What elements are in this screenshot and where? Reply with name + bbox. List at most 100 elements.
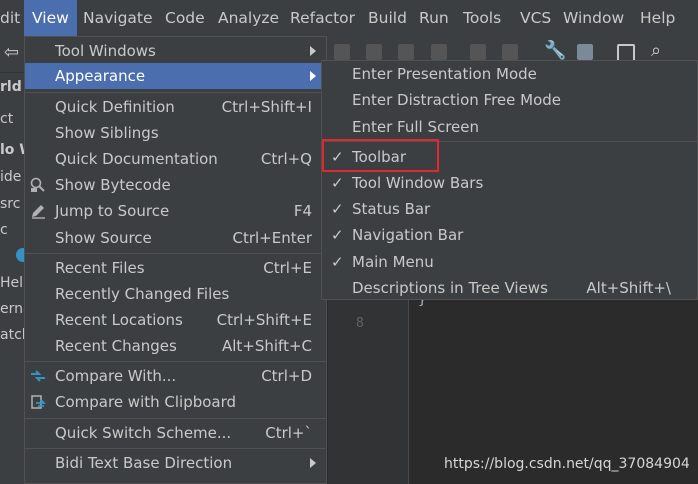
menu-item-show-siblings[interactable]: Show Siblings bbox=[25, 120, 326, 146]
menu-item-label: Compare with Clipboard bbox=[55, 393, 237, 411]
submenu-item-main-menu[interactable]: ✓ Main Menu bbox=[322, 249, 697, 275]
project-structure-icon[interactable] bbox=[577, 44, 593, 60]
search-icon[interactable]: ⌕ bbox=[651, 40, 661, 61]
submenu-arrow-icon bbox=[310, 458, 316, 468]
menu-build[interactable]: Build bbox=[368, 0, 407, 36]
appearance-submenu: Enter Presentation Mode Enter Distractio… bbox=[321, 60, 698, 300]
menu-item-shortcut: Ctrl+Shift+I bbox=[221, 98, 312, 116]
submenu-item-label: Enter Full Screen bbox=[352, 118, 480, 136]
tree-node-fragment[interactable]: c bbox=[0, 222, 8, 238]
clipboard-compare-icon bbox=[30, 394, 47, 410]
menu-item-compare-with[interactable]: Compare With... Ctrl+D bbox=[25, 363, 326, 389]
submenu-item-status-bar[interactable]: ✓ Status Bar bbox=[322, 196, 697, 222]
menu-separator bbox=[25, 361, 326, 362]
project-selector-fragment[interactable]: ct bbox=[0, 111, 13, 127]
submenu-item-tool-window-bars[interactable]: ✓ Tool Window Bars bbox=[322, 170, 697, 196]
menu-item-appearance[interactable]: Appearance bbox=[25, 63, 326, 89]
submenu-item-shortcut: Alt+Shift+\ bbox=[586, 279, 671, 297]
submenu-item-label: Enter Presentation Mode bbox=[352, 65, 537, 83]
menu-item-tool-windows[interactable]: Tool Windows bbox=[25, 38, 326, 64]
submenu-item-label: Enter Distraction Free Mode bbox=[352, 91, 562, 109]
menu-view[interactable]: View bbox=[24, 0, 77, 36]
wrench-icon[interactable]: 🔧 bbox=[544, 40, 566, 61]
menu-item-shortcut: Ctrl+Shift+E bbox=[216, 311, 312, 329]
submenu-item-distraction-free-mode[interactable]: Enter Distraction Free Mode bbox=[322, 87, 697, 113]
menu-item-quick-documentation[interactable]: Quick Documentation Ctrl+Q bbox=[25, 146, 326, 172]
menu-separator bbox=[25, 92, 326, 93]
menu-item-quick-switch-scheme[interactable]: Quick Switch Scheme... Ctrl+` bbox=[25, 420, 326, 446]
menu-window[interactable]: Window bbox=[563, 0, 624, 36]
menu-refactor[interactable]: Refactor bbox=[290, 0, 355, 36]
menu-item-shortcut: Ctrl+D bbox=[261, 367, 312, 385]
watermark: https://blog.csdn.net/qq_37084904 bbox=[444, 456, 690, 472]
menu-separator bbox=[25, 253, 326, 254]
menu-edit[interactable]: dit bbox=[0, 0, 20, 36]
coverage-icon[interactable] bbox=[366, 44, 382, 60]
menu-item-label: Recent Locations bbox=[55, 311, 183, 329]
menu-item-quick-definition[interactable]: Quick Definition Ctrl+Shift+I bbox=[25, 94, 326, 120]
menu-item-label: Appearance bbox=[55, 67, 146, 85]
menu-item-recent-files[interactable]: Recent Files Ctrl+E bbox=[25, 255, 326, 281]
back-arrow-icon[interactable]: ⇦ bbox=[4, 42, 19, 63]
tree-node-fragment[interactable]: ide bbox=[0, 169, 21, 185]
menu-item-label: Tool Windows bbox=[55, 42, 156, 60]
menu-tools[interactable]: Tools bbox=[463, 0, 501, 36]
check-icon: ✓ bbox=[331, 253, 344, 271]
bytecode-icon bbox=[30, 177, 46, 193]
submenu-item-label: Status Bar bbox=[352, 200, 431, 218]
menu-item-label: Recent Changes bbox=[55, 337, 177, 355]
check-icon: ✓ bbox=[331, 174, 344, 192]
submenu-item-label: Descriptions in Tree Views bbox=[352, 279, 548, 297]
line-number: 8 bbox=[356, 316, 364, 331]
menu-item-compare-with-clipboard[interactable]: Compare with Clipboard bbox=[25, 389, 326, 415]
submenu-arrow-icon bbox=[310, 71, 316, 81]
annotation-highlight-box bbox=[322, 139, 439, 172]
menu-run[interactable]: Run bbox=[419, 0, 449, 36]
module-icon[interactable] bbox=[502, 44, 518, 60]
tree-node-hello[interactable]: Hell bbox=[0, 275, 27, 291]
submenu-item-label: Navigation Bar bbox=[352, 226, 464, 244]
menu-item-bidi-text-base-direction[interactable]: Bidi Text Base Direction bbox=[25, 450, 326, 476]
view-menu: Tool Windows Appearance Quick Definition… bbox=[24, 36, 327, 484]
check-icon: ✓ bbox=[331, 226, 344, 244]
build-icon[interactable] bbox=[470, 44, 486, 60]
menu-item-shortcut: Alt+Shift+C bbox=[221, 337, 312, 355]
menu-item-show-source[interactable]: Show Source Ctrl+Enter bbox=[25, 225, 326, 251]
menu-help[interactable]: Help bbox=[640, 0, 675, 36]
menu-item-recent-locations[interactable]: Recent Locations Ctrl+Shift+E bbox=[25, 307, 326, 333]
menu-item-show-bytecode[interactable]: Show Bytecode bbox=[25, 172, 326, 198]
menu-separator bbox=[25, 418, 326, 419]
menu-item-label: Show Source bbox=[55, 229, 152, 247]
menu-item-label: Recently Changed Files bbox=[55, 285, 230, 303]
menu-navigate[interactable]: Navigate bbox=[83, 0, 153, 36]
menu-item-label: Quick Documentation bbox=[55, 150, 218, 168]
submenu-item-presentation-mode[interactable]: Enter Presentation Mode bbox=[322, 61, 697, 87]
menu-item-label: Quick Switch Scheme... bbox=[55, 424, 232, 442]
debug-icon[interactable] bbox=[334, 44, 350, 60]
submenu-item-descriptions-in-tree-views[interactable]: Descriptions in Tree Views Alt+Shift+\ bbox=[322, 275, 697, 301]
stop-icon[interactable] bbox=[431, 44, 447, 60]
submenu-item-navigation-bar[interactable]: ✓ Navigation Bar bbox=[322, 222, 697, 248]
menu-item-shortcut: Ctrl+Q bbox=[260, 150, 312, 168]
menu-code[interactable]: Code bbox=[165, 0, 205, 36]
submenu-item-label: Main Menu bbox=[352, 253, 434, 271]
submenu-item-label: Tool Window Bars bbox=[352, 174, 484, 192]
profile-icon[interactable] bbox=[398, 44, 414, 60]
menu-analyze[interactable]: Analyze bbox=[218, 0, 279, 36]
menu-item-label: Show Siblings bbox=[55, 124, 159, 142]
main-menu-bar: dit View Navigate Code Analyze Refactor … bbox=[0, 0, 698, 36]
menu-item-shortcut: Ctrl+E bbox=[263, 259, 312, 277]
menu-item-recently-changed-files[interactable]: Recently Changed Files bbox=[25, 281, 326, 307]
menu-item-jump-to-source[interactable]: Jump to Source F4 bbox=[25, 198, 326, 224]
check-icon: ✓ bbox=[331, 200, 344, 218]
submenu-item-full-screen[interactable]: Enter Full Screen bbox=[322, 114, 697, 140]
menu-item-label: Recent Files bbox=[55, 259, 145, 277]
menu-item-shortcut: Ctrl+Enter bbox=[232, 229, 312, 247]
menu-item-recent-changes[interactable]: Recent Changes Alt+Shift+C bbox=[25, 333, 326, 359]
submenu-arrow-icon bbox=[310, 46, 316, 56]
tree-node-src[interactable]: src bbox=[0, 196, 20, 212]
menu-item-shortcut: Ctrl+` bbox=[265, 424, 312, 442]
project-title-fragment: rld bbox=[0, 79, 22, 95]
menu-item-shortcut: F4 bbox=[293, 202, 312, 220]
menu-vcs[interactable]: VCS bbox=[520, 0, 551, 36]
